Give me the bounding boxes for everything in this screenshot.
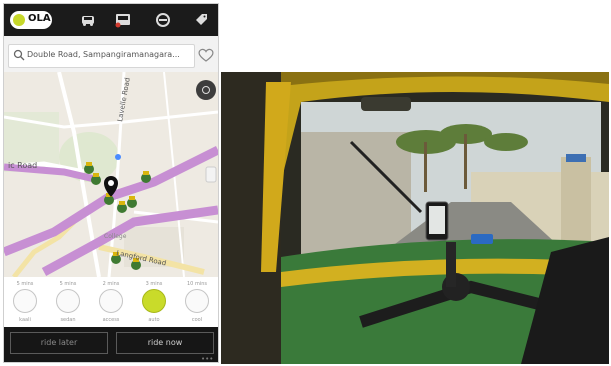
vehicle-option-access[interactable]: 2 mins access xyxy=(90,277,132,327)
ola-logo-dot xyxy=(13,14,25,26)
cool-cab-icon xyxy=(185,289,209,313)
helmet-icon[interactable] xyxy=(154,12,172,28)
map-label-lavelle: Lavelle Road xyxy=(116,77,132,122)
vehicle-name: sedan xyxy=(60,317,76,323)
vehicle-eta: 5 mins xyxy=(16,281,34,287)
bus-icon[interactable] xyxy=(114,12,132,28)
ride-now-button[interactable]: ride now xyxy=(116,332,214,354)
sedan-icon xyxy=(56,289,80,313)
map-view[interactable]: ic Road Lavelle Road Langford Road Colle… xyxy=(4,72,218,277)
vehicle-name: auto xyxy=(148,317,160,323)
locate-me-icon xyxy=(202,86,210,94)
vehicle-name: kaali xyxy=(19,317,31,323)
top-nav-bar: OLA xyxy=(4,4,218,36)
vehicle-eta: 2 mins xyxy=(102,281,120,287)
favorite-heart-icon[interactable] xyxy=(197,46,215,64)
map-label-road-left: ic Road xyxy=(8,161,37,170)
vehicle-name: cool xyxy=(191,317,203,323)
vehicle-option-cool[interactable]: 10 mins cool xyxy=(176,277,218,327)
ola-app-screen: OLA Double Road, Sampangiramanagara... i… xyxy=(3,3,219,363)
vehicle-option-auto[interactable]: 3 mins auto xyxy=(133,277,175,327)
ola-logo-text: OLA xyxy=(28,13,51,24)
vehicle-option-sedan[interactable]: 5 mins sedan xyxy=(47,277,89,327)
access-icon xyxy=(99,289,123,313)
pickup-location-text: Double Road, Sampangiramanagara... xyxy=(27,50,180,59)
map-canvas: ic Road Lavelle Road Langford Road Colle… xyxy=(4,72,218,277)
vehicle-eta: 10 mins xyxy=(187,281,207,287)
locate-me-button[interactable] xyxy=(196,80,216,100)
map-label-college: College xyxy=(104,233,127,240)
vehicle-category-bar: 5 mins kaali 5 mins sedan 2 mins access … xyxy=(4,277,218,327)
tag-icon[interactable] xyxy=(192,12,210,28)
auto-rickshaw-interior-photo xyxy=(221,72,609,364)
more-options-icon[interactable]: ••• xyxy=(201,355,213,362)
photo-illustration xyxy=(221,72,609,364)
auto-rickshaw-icon xyxy=(142,289,166,313)
car-icon[interactable] xyxy=(79,12,97,28)
vehicle-name: access xyxy=(102,317,120,323)
vehicle-eta: 5 mins xyxy=(59,281,77,287)
search-icon xyxy=(13,49,25,61)
taxi-icon xyxy=(13,289,37,313)
ride-later-button[interactable]: ride later xyxy=(10,332,108,354)
booking-action-bar: ride later ride now ••• xyxy=(4,327,218,362)
ola-logo[interactable]: OLA xyxy=(10,11,52,29)
vehicle-eta: 3 mins xyxy=(145,281,163,287)
vehicle-option-kaali[interactable]: 5 mins kaali xyxy=(4,277,46,327)
pickup-search-input[interactable]: Double Road, Sampangiramanagara... xyxy=(8,44,195,68)
